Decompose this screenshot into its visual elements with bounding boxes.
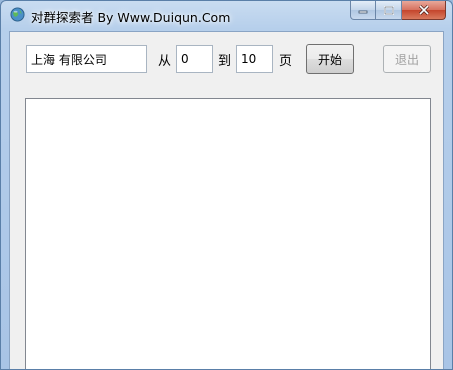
page-label: 页: [279, 54, 293, 69]
keyword-input[interactable]: [26, 45, 147, 73]
from-label: 从: [158, 54, 172, 69]
close-icon: [418, 5, 429, 15]
exit-button[interactable]: 退出: [383, 45, 431, 73]
to-page-input[interactable]: [236, 45, 273, 73]
from-page-input[interactable]: [176, 45, 213, 73]
minimize-button[interactable]: [350, 1, 376, 20]
start-button[interactable]: 开始: [306, 44, 354, 74]
results-textarea[interactable]: [25, 98, 431, 369]
to-label: 到: [218, 54, 232, 69]
client-area: 从 到 页 开始 退出: [9, 31, 444, 369]
close-button[interactable]: [402, 1, 446, 20]
caption-buttons: [350, 1, 446, 20]
maximize-icon: [383, 5, 394, 15]
maximize-button[interactable]: [376, 1, 402, 20]
globe-icon: [10, 7, 25, 22]
window-title: 对群探索者 By Www.Duiqun.Com: [31, 10, 231, 25]
app-window: 对群探索者 By Www.Duiqun.Com 上海 有限公司 从 0 到 10…: [0, 0, 453, 370]
title-bar[interactable]: 对群探索者 By Www.Duiqun.Com: [1, 1, 452, 29]
minimize-icon: [358, 10, 368, 14]
